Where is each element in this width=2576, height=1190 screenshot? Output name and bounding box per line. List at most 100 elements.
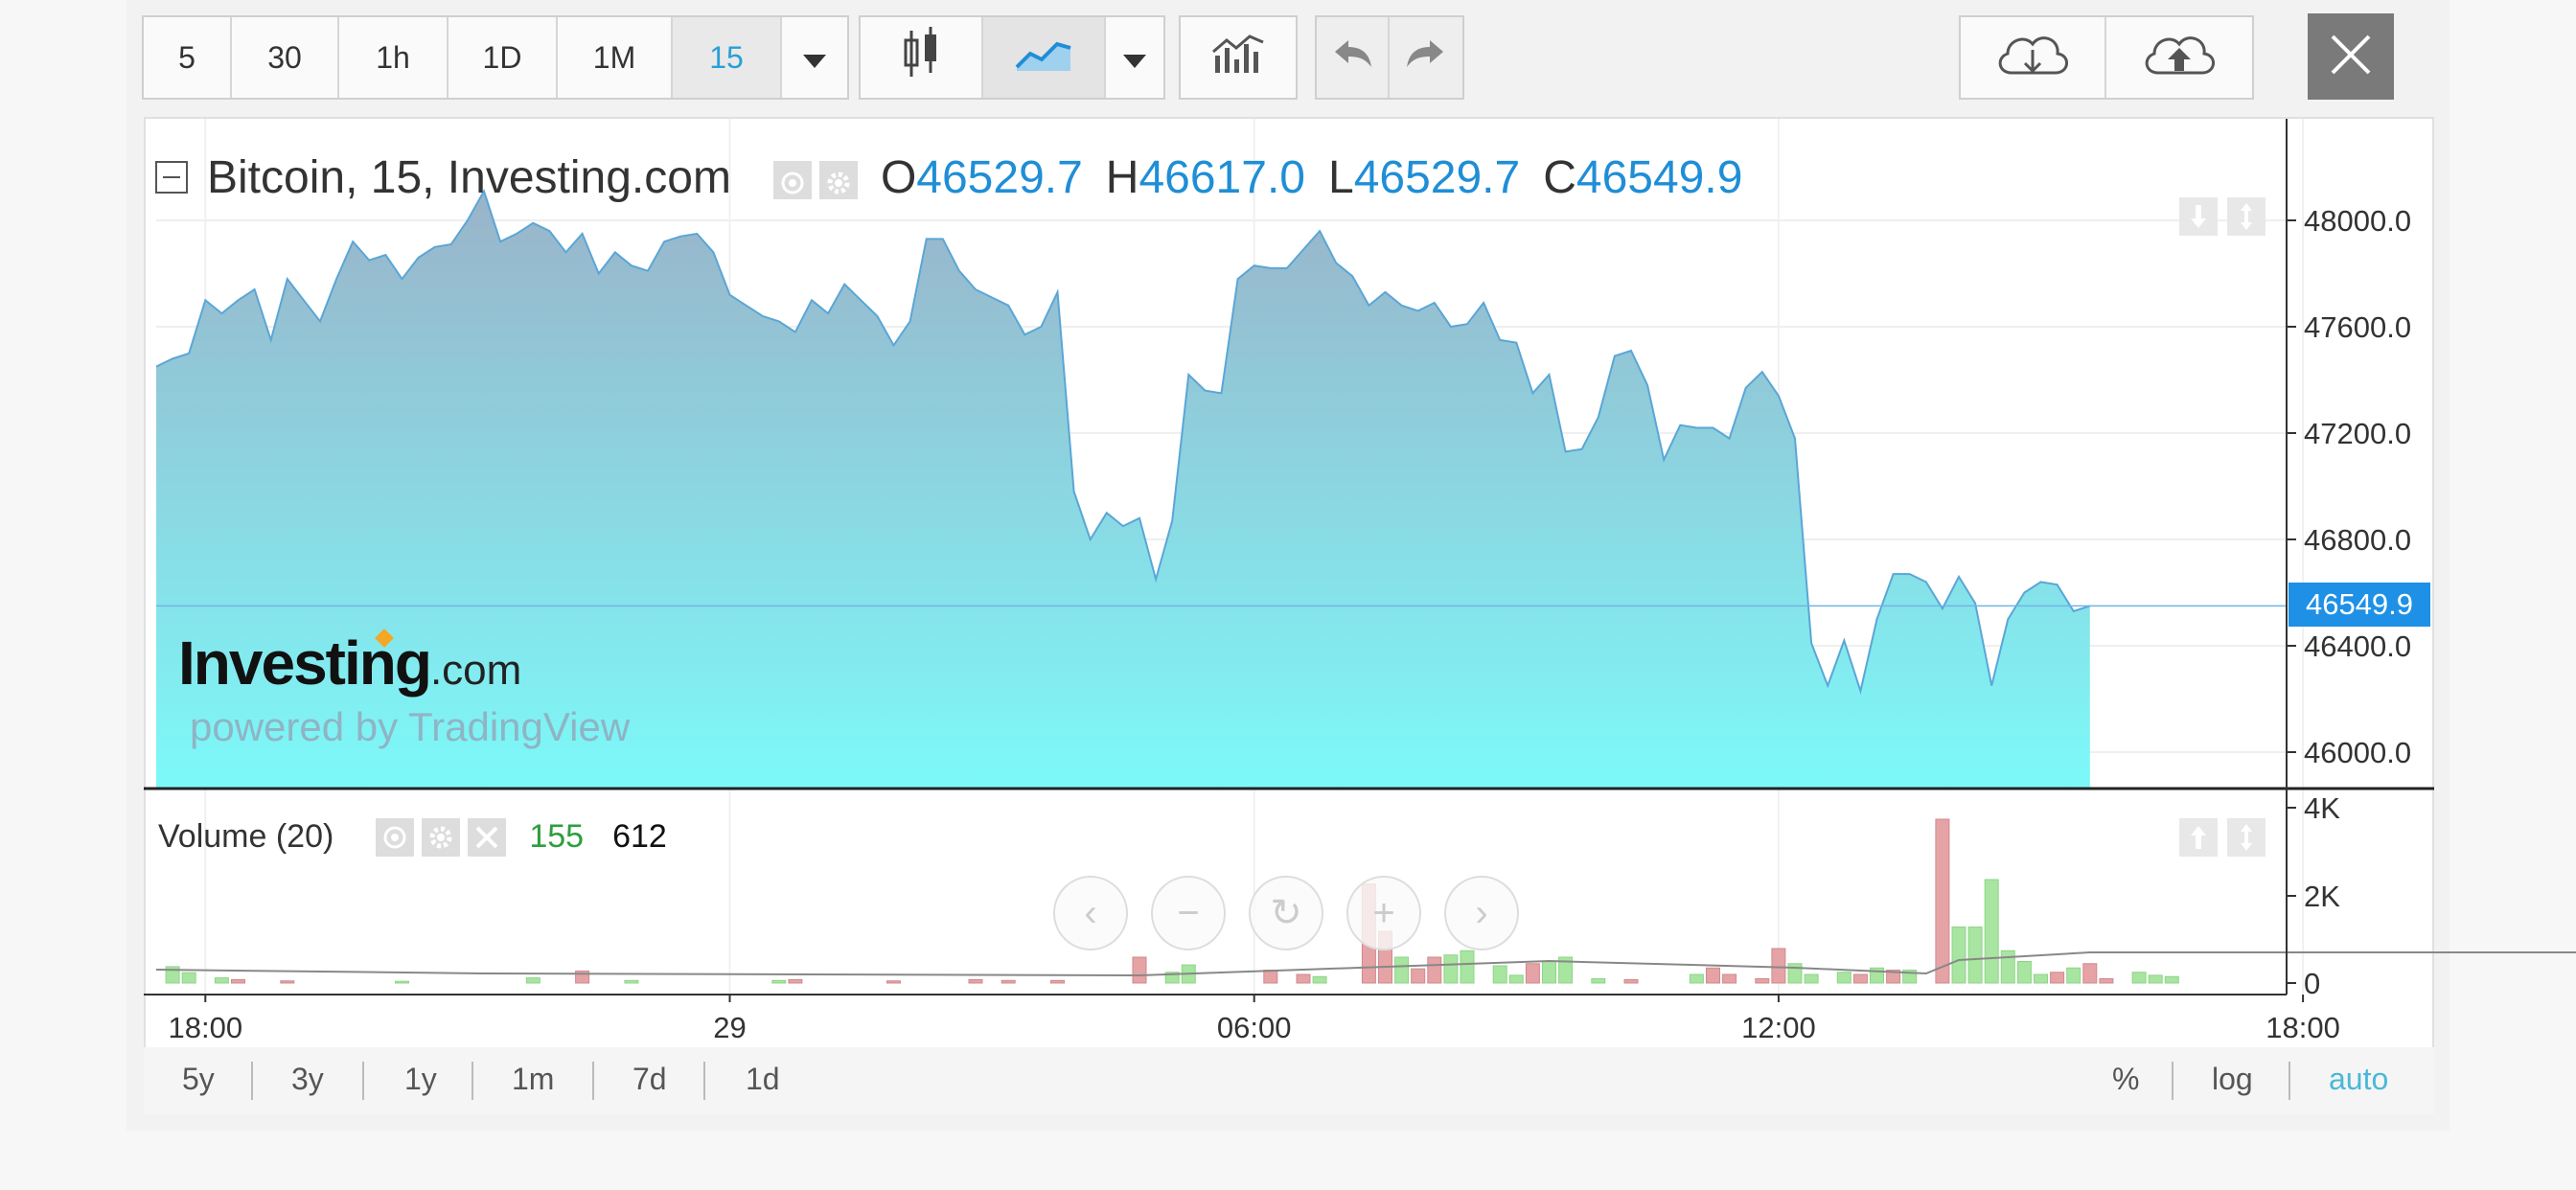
time-tick-label: 29 bbox=[713, 1011, 746, 1044]
volume-bar bbox=[1967, 927, 1983, 984]
volume-bar bbox=[1132, 956, 1147, 984]
price-tick-label: 46800.0 bbox=[2304, 523, 2411, 557]
volume-bar bbox=[968, 978, 983, 984]
volume-bar bbox=[1722, 973, 1737, 984]
volume-bar bbox=[525, 977, 540, 984]
volume-bar bbox=[1263, 970, 1278, 984]
time-tick-label: 06:00 bbox=[1217, 1011, 1292, 1044]
volume-bar bbox=[771, 979, 787, 984]
scale-both-button[interactable] bbox=[2227, 197, 2266, 236]
volume-bar bbox=[1755, 978, 1770, 984]
time-tick-label: 18:00 bbox=[2266, 1011, 2340, 1044]
investing-logo: Investing.com bbox=[178, 629, 522, 698]
gear-icon[interactable] bbox=[818, 160, 858, 199]
volume-bar bbox=[214, 977, 229, 984]
scale-down-button[interactable] bbox=[2179, 197, 2218, 236]
volume-bar bbox=[1771, 948, 1786, 984]
volume-bar bbox=[2164, 975, 2179, 984]
volume-bar bbox=[788, 978, 803, 984]
volume-bar bbox=[1542, 961, 1556, 984]
eye-icon[interactable] bbox=[376, 817, 415, 857]
volume-bar bbox=[1525, 963, 1540, 984]
price-tick-label: 47200.0 bbox=[2304, 417, 2411, 450]
percent-scale-toggle[interactable]: % bbox=[2112, 1062, 2139, 1097]
volume-bar bbox=[231, 978, 245, 984]
range-1d[interactable]: 1d bbox=[746, 1062, 780, 1097]
volume-bar bbox=[1591, 978, 1606, 984]
volume-bar bbox=[2016, 961, 2032, 984]
price-tick-label: 46000.0 bbox=[2304, 736, 2411, 769]
volume-bar bbox=[2050, 972, 2065, 984]
powered-by-text: powered by TradingView bbox=[190, 704, 631, 749]
range-separator bbox=[592, 1062, 594, 1100]
series-title: Bitcoin, 15, Investing.com bbox=[207, 151, 731, 203]
range-7d[interactable]: 7d bbox=[632, 1062, 667, 1097]
volume-tick-label: 2K bbox=[2304, 880, 2340, 913]
price-tick-label: 46400.0 bbox=[2304, 629, 2411, 663]
volume-bar bbox=[1427, 956, 1442, 984]
eye-icon[interactable] bbox=[772, 160, 812, 199]
range-1m[interactable]: 1m bbox=[512, 1062, 554, 1097]
volume-bar bbox=[1508, 974, 1524, 984]
reset-button[interactable]: ↻ bbox=[1249, 876, 1323, 950]
range-separator bbox=[703, 1062, 705, 1100]
volume-title: Volume (20) bbox=[158, 817, 334, 855]
time-tick-label: 12:00 bbox=[1741, 1011, 1816, 1044]
volume-bar bbox=[1689, 973, 1704, 984]
log-scale-toggle[interactable]: log bbox=[2212, 1062, 2253, 1097]
volume-bar bbox=[2066, 967, 2082, 984]
volume-bar bbox=[624, 979, 639, 984]
volume-scale-up-button[interactable] bbox=[2179, 818, 2218, 857]
open-value: 46529.7 bbox=[916, 151, 1083, 203]
volume-bar bbox=[1706, 967, 1720, 984]
open-key: O bbox=[880, 151, 917, 203]
volume-bar bbox=[1296, 973, 1311, 984]
volume-bar bbox=[2099, 978, 2114, 984]
volume-bar bbox=[280, 980, 295, 984]
volume-bar bbox=[2131, 972, 2147, 984]
range-separator bbox=[2288, 1062, 2290, 1100]
scroll-right-button[interactable]: › bbox=[1444, 876, 1519, 950]
volume-bar bbox=[2000, 950, 2015, 984]
zoom-out-button[interactable]: − bbox=[1151, 876, 1226, 950]
range-3y[interactable]: 3y bbox=[291, 1062, 324, 1097]
volume-bar bbox=[1984, 879, 1999, 984]
volume-controls bbox=[368, 816, 507, 857]
volume-bar bbox=[2082, 963, 2098, 984]
range-1y[interactable]: 1y bbox=[404, 1062, 437, 1097]
volume-bar bbox=[1443, 954, 1459, 984]
time-tick-label: 18:00 bbox=[169, 1011, 243, 1044]
range-separator bbox=[251, 1062, 253, 1100]
volume-value-black: 612 bbox=[612, 817, 667, 855]
volume-scale-both-button[interactable] bbox=[2227, 818, 2266, 857]
range-bar bbox=[144, 1047, 2434, 1114]
range-separator bbox=[472, 1062, 473, 1100]
volume-tick-label: 4K bbox=[2304, 791, 2340, 825]
close-value: 46549.9 bbox=[1576, 151, 1743, 203]
volume-value-green: 155 bbox=[529, 817, 585, 855]
low-key: L bbox=[1327, 151, 1354, 203]
auto-scale-toggle[interactable]: auto bbox=[2329, 1062, 2388, 1097]
volume-bar bbox=[395, 980, 409, 984]
zoom-in-button[interactable]: + bbox=[1346, 876, 1421, 950]
collapse-icon[interactable] bbox=[155, 161, 188, 194]
close-icon[interactable] bbox=[468, 817, 507, 857]
volume-legend: Volume (20) 155 612 bbox=[158, 812, 667, 860]
volume-bar bbox=[1623, 978, 1639, 984]
volume-bar bbox=[1411, 968, 1426, 984]
volume-bar bbox=[181, 972, 196, 984]
volume-bar bbox=[1787, 963, 1803, 984]
range-5y[interactable]: 5y bbox=[182, 1062, 215, 1097]
volume-bar bbox=[1951, 927, 1966, 984]
volume-bar bbox=[2148, 974, 2163, 984]
last-price-label: 46549.9 bbox=[2288, 583, 2430, 627]
volume-bar bbox=[1460, 950, 1475, 984]
volume-bar bbox=[1935, 818, 1950, 984]
close-key: C bbox=[1543, 151, 1576, 203]
price-tick-label: 47600.0 bbox=[2304, 310, 2411, 344]
scroll-left-button[interactable]: ‹ bbox=[1053, 876, 1128, 950]
gear-icon[interactable] bbox=[422, 817, 461, 857]
range-separator bbox=[2172, 1062, 2174, 1100]
high-value: 46617.0 bbox=[1138, 151, 1305, 203]
volume-bar bbox=[1804, 973, 1819, 984]
